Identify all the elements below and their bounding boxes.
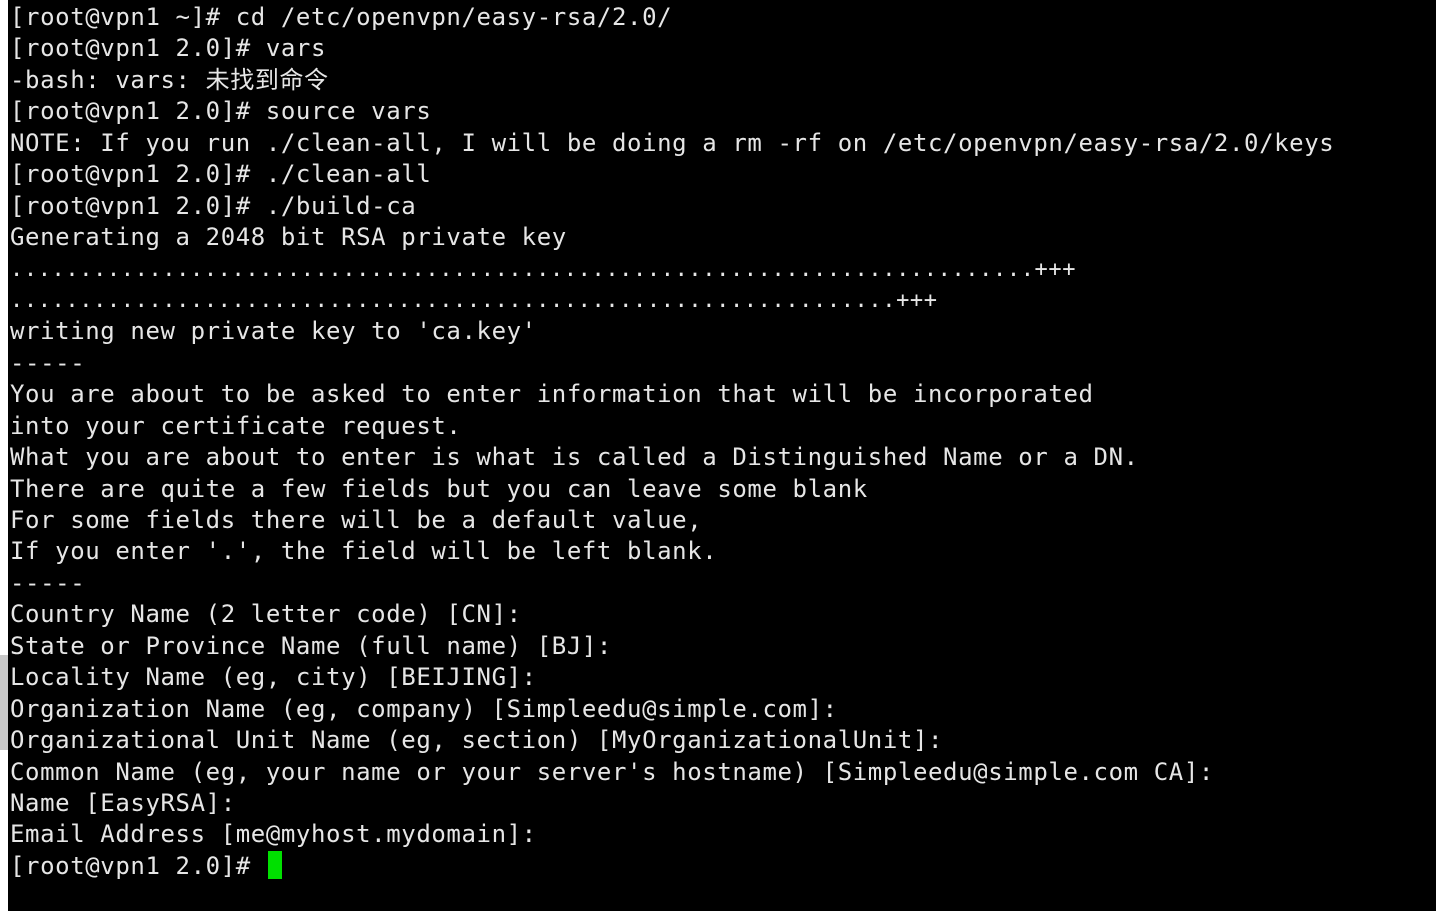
terminal-line: Name [EasyRSA]: [10, 788, 236, 817]
terminal-line: Organizational Unit Name (eg, section) [… [10, 726, 944, 755]
terminal-line: Generating a 2048 bit RSA private key [10, 223, 567, 252]
terminal-line: [root@vpn1 2.0]# ./clean-all [10, 160, 432, 189]
terminal-line: For some fields there will be a default … [10, 506, 703, 534]
terminal-line: State or Province Name (full name) [BJ]: [10, 631, 612, 660]
terminal-screen[interactable]: [root@vpn1 ~]# cd /etc/openvpn/easy-rsa/… [8, 0, 1436, 911]
terminal-line-progress: ........................................… [10, 287, 938, 313]
terminal-line: If you enter '.', the field will be left… [10, 537, 718, 566]
terminal-line: -bash: vars: 未找到命令 [10, 65, 329, 94]
text-cursor [267, 850, 282, 879]
terminal-line: [root@vpn1 2.0]# vars [10, 34, 327, 63]
terminal-line: Organization Name (eg, company) [Simplee… [10, 694, 838, 723]
terminal-line: Email Address [me@myhost.mydomain]: [10, 820, 537, 849]
terminal-output: [root@vpn1 ~]# cd /etc/openvpn/easy-rsa/… [10, 2, 1334, 882]
terminal-line-progress: ........................................… [10, 256, 1077, 282]
terminal-line: [root@vpn1 ~]# cd /etc/openvpn/easy-rsa/… [10, 3, 673, 31]
terminal-prompt-line[interactable]: [root@vpn1 2.0]# [10, 850, 1334, 882]
terminal-line: Common Name (eg, your name or your serve… [10, 757, 1214, 786]
terminal-line: ----- [10, 568, 86, 597]
terminal-line: ----- [10, 348, 86, 377]
terminal-line: [root@vpn1 2.0]# source vars [10, 97, 432, 126]
terminal-line: There are quite a few fields but you can… [10, 474, 868, 503]
terminal-line: writing new private key to 'ca.key' [10, 317, 537, 346]
terminal-line: [root@vpn1 2.0]# ./build-ca [10, 191, 417, 220]
shell-prompt: [root@vpn1 2.0]# [10, 851, 266, 880]
terminal-line: NOTE: If you run ./clean-all, I will be … [10, 128, 1335, 157]
terminal-window: [root@vpn1 ~]# cd /etc/openvpn/easy-rsa/… [0, 0, 1436, 911]
terminal-line: You are about to be asked to enter infor… [10, 380, 1094, 409]
window-edge [0, 655, 8, 750]
terminal-line: Country Name (2 letter code) [CN]: [10, 600, 522, 629]
terminal-line: into your certificate request. [10, 411, 462, 440]
terminal-line: Locality Name (eg, city) [BEIJING]: [10, 663, 537, 692]
terminal-line: What you are about to enter is what is c… [10, 443, 1139, 472]
